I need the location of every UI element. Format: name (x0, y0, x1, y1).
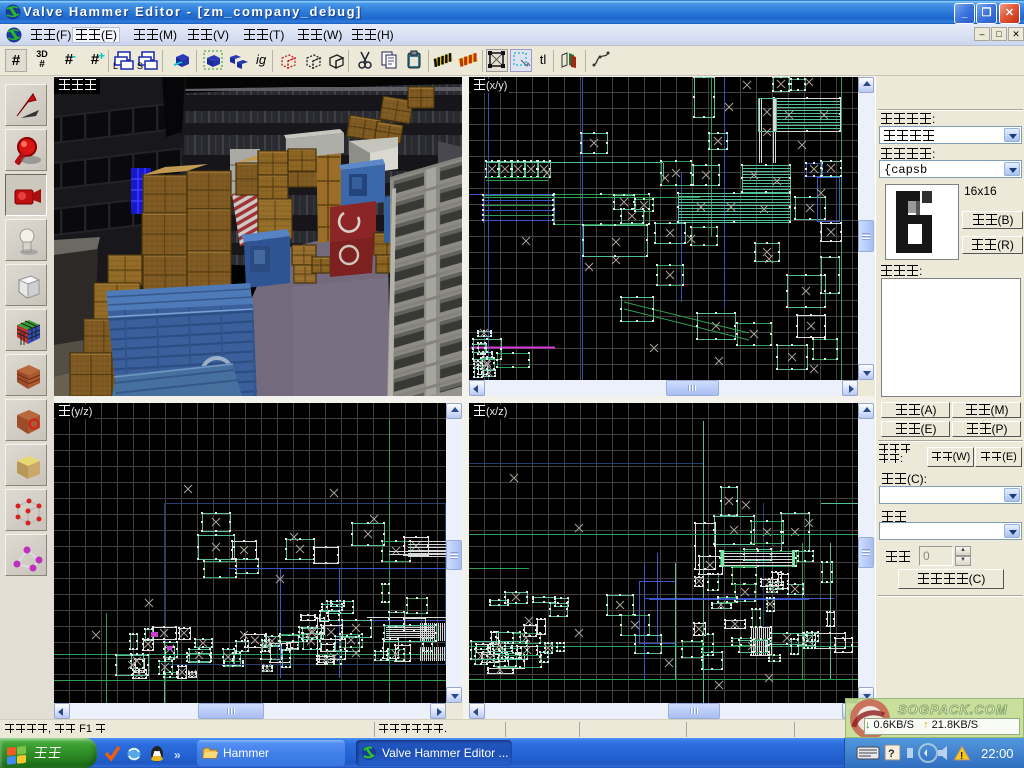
svg-text:?: ? (888, 748, 895, 760)
svg-text:S: S (137, 61, 143, 71)
svg-text:22:00: 22:00 (981, 746, 1014, 761)
svg-text:L: L (113, 61, 118, 71)
svg-text:»: » (174, 748, 181, 762)
svg-text:!: ! (960, 751, 963, 762)
